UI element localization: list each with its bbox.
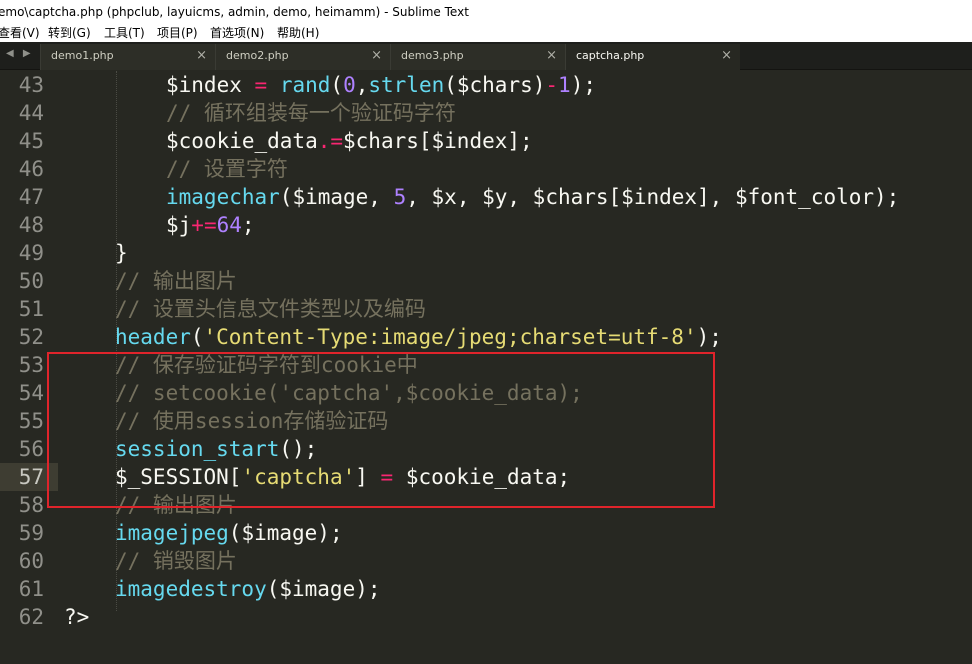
menu-help[interactable]: 帮助(H) <box>277 24 319 42</box>
tab-demo3[interactable]: demo3.php × <box>390 44 565 70</box>
code-line-43[interactable]: $index = rand(0,strlen($chars)-1); <box>166 71 596 99</box>
code-line-44[interactable]: // 循环组装每一个验证码字符 <box>166 99 456 127</box>
menu-view[interactable]: 查看(V) <box>0 24 40 42</box>
window-titlebar: emo\captcha.php (phpclub, layuicms, admi… <box>0 0 972 24</box>
tab-label: demo3.php <box>401 49 464 62</box>
code-line-48[interactable]: $j+=64; <box>166 211 255 239</box>
tab-bar: ◀ ▶ demo1.php × demo2.php × demo3.php × … <box>0 42 972 70</box>
line-number: 48 <box>18 213 44 237</box>
tab-label: captcha.php <box>576 49 645 62</box>
tab-label: demo1.php <box>51 49 114 62</box>
close-icon[interactable]: × <box>196 44 207 68</box>
close-icon[interactable]: × <box>721 44 732 68</box>
line-number: 62 <box>18 605 44 629</box>
line-number: 46 <box>18 157 44 181</box>
line-number: 58 <box>18 493 44 517</box>
line-number: 45 <box>18 129 44 153</box>
window-title: emo\captcha.php (phpclub, layuicms, admi… <box>0 5 469 19</box>
line-number: 44 <box>18 101 44 125</box>
menu-project[interactable]: 项目(P) <box>157 24 198 42</box>
code-line-60[interactable]: // 销毁图片 <box>115 547 237 575</box>
line-number: 51 <box>18 297 44 321</box>
line-number: 49 <box>18 241 44 265</box>
line-number: 59 <box>18 521 44 545</box>
menu-tools[interactable]: 工具(T) <box>104 24 145 42</box>
code-line-51[interactable]: // 设置头信息文件类型以及编码 <box>115 295 426 323</box>
close-icon[interactable]: × <box>371 44 382 68</box>
line-number: 60 <box>18 549 44 573</box>
line-number: 50 <box>18 269 44 293</box>
code-line-47[interactable]: imagechar($image, 5, $x, $y, $chars[$ind… <box>166 183 899 211</box>
menu-goto[interactable]: 转到(G) <box>48 24 91 42</box>
line-number: 55 <box>18 409 44 433</box>
line-number-current: 57 <box>18 465 44 489</box>
code-line-45[interactable]: $cookie_data.=$chars[$index]; <box>166 127 533 155</box>
line-number: 52 <box>18 325 44 349</box>
editor-area[interactable]: 43 44 45 46 47 48 49 50 51 52 53 54 55 5… <box>0 71 972 664</box>
tab-captcha[interactable]: captcha.php × <box>565 44 740 70</box>
code-line-61[interactable]: imagedestroy($image); <box>115 575 381 603</box>
tab-demo1[interactable]: demo1.php × <box>40 44 215 70</box>
tab-demo2[interactable]: demo2.php × <box>215 44 390 70</box>
tab-scroll-arrows-icon[interactable]: ◀ ▶ <box>6 48 34 59</box>
line-number: 43 <box>18 73 44 97</box>
tab-label: demo2.php <box>226 49 289 62</box>
line-number: 53 <box>18 353 44 377</box>
line-number: 47 <box>18 185 44 209</box>
menu-bar: 查看(V) 转到(G) 工具(T) 项目(P) 首选项(N) 帮助(H) <box>0 24 972 42</box>
line-number: 54 <box>18 381 44 405</box>
code-line-59[interactable]: imagejpeg($image); <box>115 519 343 547</box>
code-line-46[interactable]: // 设置字符 <box>166 155 288 183</box>
code-line-62[interactable]: ?> <box>64 603 89 631</box>
code-line-50[interactable]: // 输出图片 <box>115 267 237 295</box>
code-line-49[interactable]: } <box>115 239 128 267</box>
close-icon[interactable]: × <box>546 44 557 68</box>
annotation-highlight-box <box>47 352 715 508</box>
menu-preferences[interactable]: 首选项(N) <box>210 24 264 42</box>
line-number: 61 <box>18 577 44 601</box>
code-line-52[interactable]: header('Content-Type:image/jpeg;charset=… <box>115 323 722 351</box>
line-number: 56 <box>18 437 44 461</box>
